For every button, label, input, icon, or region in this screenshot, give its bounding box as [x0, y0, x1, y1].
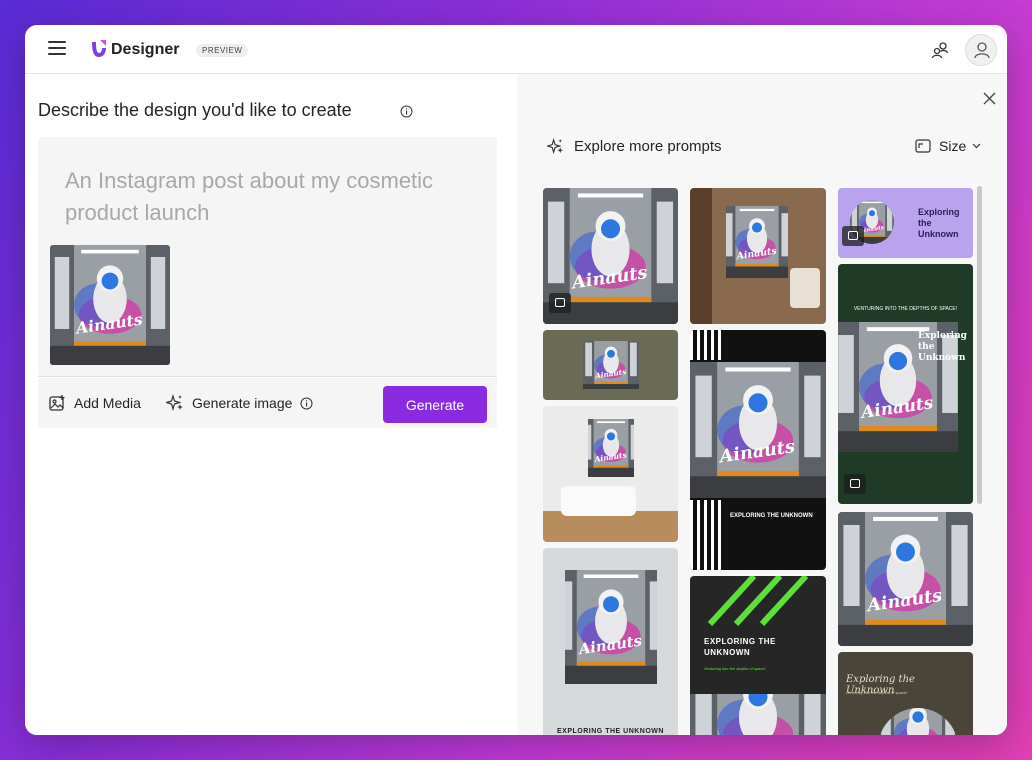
- template-card-astronaut-subway[interactable]: [543, 188, 678, 324]
- brand-name[interactable]: Designer: [111, 41, 179, 59]
- page-title: Describe the design you'd like to create: [38, 100, 352, 120]
- video-badge-icon: [842, 226, 864, 246]
- explore-label: Explore more prompts: [574, 138, 722, 155]
- card-title: Exploring the Unknown: [918, 207, 960, 239]
- add-media-button[interactable]: Add Media: [49, 394, 141, 411]
- user-icon: [974, 42, 990, 59]
- template-card-poster-print[interactable]: EXPLORING THE UNKNOWN: [543, 548, 678, 735]
- card-title: Exploring the Unknown: [918, 331, 967, 363]
- add-image-icon: [49, 395, 65, 411]
- scrollbar[interactable]: [977, 186, 982, 504]
- card-title: EXPLORING THE UNKNOWN: [704, 637, 776, 657]
- generate-image-button[interactable]: Generate image: [166, 394, 313, 412]
- template-card-living-room[interactable]: [543, 406, 678, 542]
- menu-icon[interactable]: [48, 41, 66, 55]
- people-icon[interactable]: [931, 41, 949, 59]
- video-badge-icon: [844, 474, 866, 494]
- generate-image-label: Generate image: [192, 395, 293, 411]
- template-card-dark-green[interactable]: VENTURING INTO THE DEPTHS OF SPACE! Expl…: [838, 264, 973, 504]
- sparkle-icon: [166, 394, 183, 412]
- size-dropdown[interactable]: Size: [915, 138, 981, 154]
- uploaded-image-thumbnail[interactable]: [50, 245, 170, 365]
- sparkle-icon: [547, 138, 564, 155]
- prompt-toolbar: Add Media Generate image Generate: [38, 378, 497, 428]
- prompt-placeholder[interactable]: An Instagram post about my cosmetic prod…: [65, 165, 485, 229]
- template-card-green-stripes[interactable]: EXPLORING THE UNKNOWN Venturing into the…: [690, 576, 826, 735]
- template-card-lavender[interactable]: Exploring the Unknown: [838, 188, 973, 258]
- card-caption: VENTURING INTO THE DEPTHS OF SPACE!: [853, 306, 958, 312]
- template-card-bookshelf[interactable]: [690, 188, 826, 324]
- preview-badge: PREVIEW: [196, 44, 249, 57]
- avatar[interactable]: [965, 34, 997, 66]
- template-card-wall-poster[interactable]: [543, 330, 678, 400]
- card-subtitle: venturing into the depths of space!: [846, 690, 908, 695]
- top-bar: Designer PREVIEW: [25, 25, 1007, 74]
- video-badge-icon: [549, 293, 571, 313]
- resize-icon: [915, 139, 931, 153]
- prompt-panel: Describe the design you'd like to create…: [25, 74, 517, 735]
- template-card-script[interactable]: Exploring the Unknown venturing into the…: [838, 652, 973, 735]
- template-card-black-poster[interactable]: EXPLORING THE UNKNOWN: [690, 330, 826, 570]
- prompt-input[interactable]: An Instagram post about my cosmetic prod…: [38, 137, 497, 377]
- size-label: Size: [939, 138, 967, 154]
- decor-stripes: [707, 576, 809, 626]
- designer-logo-icon: [92, 40, 106, 57]
- explore-prompts-heading: Explore more prompts: [547, 138, 722, 155]
- chevron-down-icon: [972, 143, 981, 149]
- template-card-astronaut[interactable]: [838, 512, 973, 646]
- add-media-label: Add Media: [74, 394, 141, 411]
- app-window: Designer PREVIEW Describe the design you…: [25, 25, 1007, 735]
- explore-panel: Explore more prompts Size EXPLORING THE …: [517, 74, 1007, 735]
- info-icon[interactable]: [300, 397, 313, 410]
- card-caption: EXPLORING THE UNKNOWN: [730, 513, 813, 519]
- card-caption: EXPLORING THE UNKNOWN: [557, 728, 664, 735]
- generate-button[interactable]: Generate: [383, 386, 487, 423]
- close-icon[interactable]: [983, 92, 996, 105]
- info-icon[interactable]: [400, 105, 413, 118]
- divider: [38, 376, 497, 377]
- card-subtitle: Venturing into the depths of space!: [704, 666, 766, 671]
